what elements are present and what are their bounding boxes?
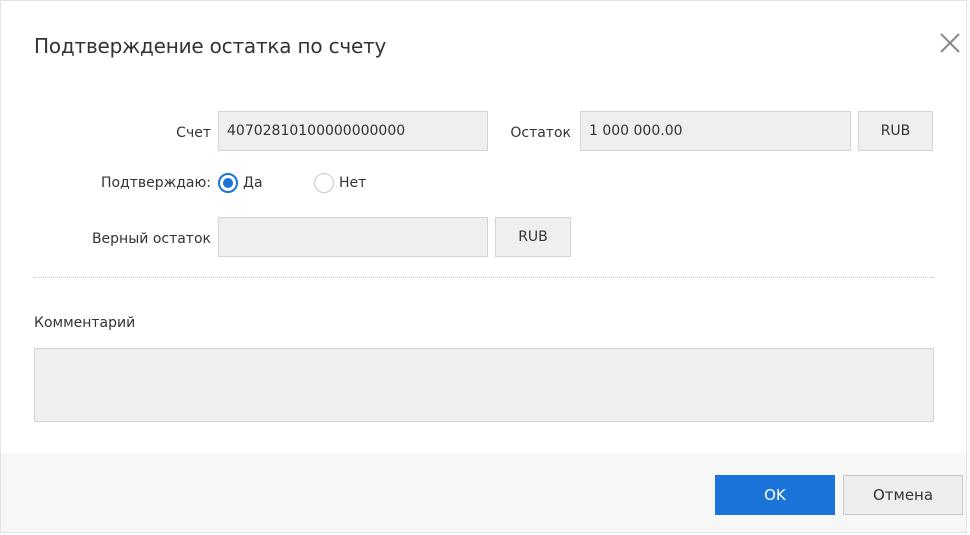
close-icon[interactable] <box>938 31 962 55</box>
comment-textarea[interactable] <box>34 348 934 422</box>
confirm-balance-dialog: Подтверждение остатка по счету Счет 4070… <box>0 0 967 533</box>
cancel-button[interactable]: Отмена <box>843 475 963 515</box>
account-label: Счет <box>176 125 211 141</box>
radio-yes-button[interactable] <box>218 173 238 193</box>
radio-no-button[interactable] <box>314 173 334 193</box>
correct-balance-label: Верный остаток <box>91 231 211 247</box>
radio-no-label: Нет <box>339 175 367 191</box>
correct-balance-field[interactable] <box>218 217 488 257</box>
comment-label: Комментарий <box>34 315 136 331</box>
balance-label: Остаток <box>510 125 571 141</box>
balance-field[interactable]: 1 000 000.00 <box>580 111 851 151</box>
dialog-title: Подтверждение остатка по счету <box>34 34 387 58</box>
radio-yes-label: Да <box>243 175 263 191</box>
correct-balance-currency-field[interactable]: RUB <box>495 217 571 257</box>
balance-currency-field[interactable]: RUB <box>858 111 933 151</box>
confirm-label: Подтверждаю: <box>100 175 211 191</box>
section-divider <box>34 277 934 278</box>
radio-yes[interactable]: Да <box>218 173 263 193</box>
ok-button[interactable]: OK <box>715 475 835 515</box>
radio-no[interactable]: Нет <box>314 173 366 193</box>
account-field[interactable]: 40702810100000000000 <box>218 111 488 151</box>
